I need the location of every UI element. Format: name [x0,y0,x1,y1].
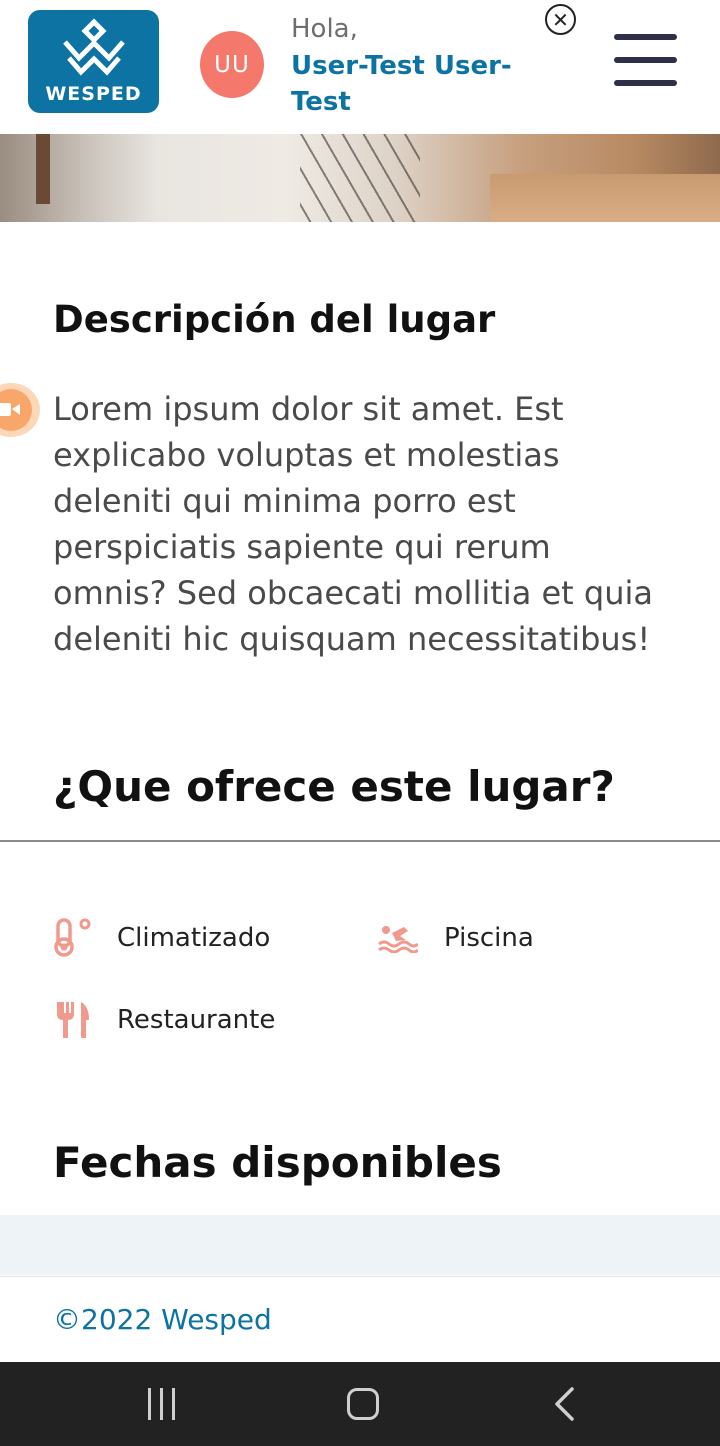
amenity-item: Piscina [378,918,534,958]
menu-icon-bar [614,57,677,63]
video-call-floating-button[interactable] [0,383,40,437]
video-camera-icon [0,403,20,416]
amenity-item: Restaurante [53,1000,275,1040]
back-chevron-icon [555,1387,574,1421]
close-icon: ✕ [552,7,569,32]
menu-icon-bar [614,80,677,86]
hamburger-menu-button[interactable] [614,34,677,88]
app-header: WESPED UU Hola, User-Test User-Test ✕ [0,0,720,134]
avatar[interactable]: UU [200,31,264,98]
place-photo [0,134,720,222]
system-navigation-bar [0,1362,720,1446]
amenity-label: Piscina [444,923,534,953]
footer-copyright: ©2022 Wesped [53,1303,272,1336]
recents-icon [148,1388,151,1420]
amenity-label: Restaurante [117,1005,276,1035]
close-button[interactable]: ✕ [545,4,576,35]
menu-icon-bar [614,34,677,40]
section-divider [0,840,720,842]
wesped-logo[interactable]: WESPED [28,10,159,113]
amenity-item: Climatizado [53,918,270,958]
wesped-logo-icon [63,18,125,76]
back-button[interactable] [552,1386,576,1426]
amenity-label: Climatizado [117,923,271,953]
description-text: Lorem ipsum dolor sit amet. Est explicab… [53,390,653,658]
utensils-icon [53,1000,101,1040]
offers-title: ¿Que ofrece este lugar? [53,762,615,811]
logo-text: WESPED [45,83,142,105]
home-button[interactable] [347,1388,379,1420]
footer: ©2022 Wesped [0,1276,720,1362]
swimming-icon [378,918,426,958]
available-dates-title: Fechas disponibles [53,1138,502,1187]
username-text: User-Test User-Test [291,51,512,117]
dates-calendar-area[interactable] [0,1215,720,1275]
recent-apps-button[interactable] [148,1388,176,1420]
thermometer-icon [53,918,101,958]
greeting-text: Hola, [291,14,358,44]
description-title: Descripción del lugar [53,298,496,341]
